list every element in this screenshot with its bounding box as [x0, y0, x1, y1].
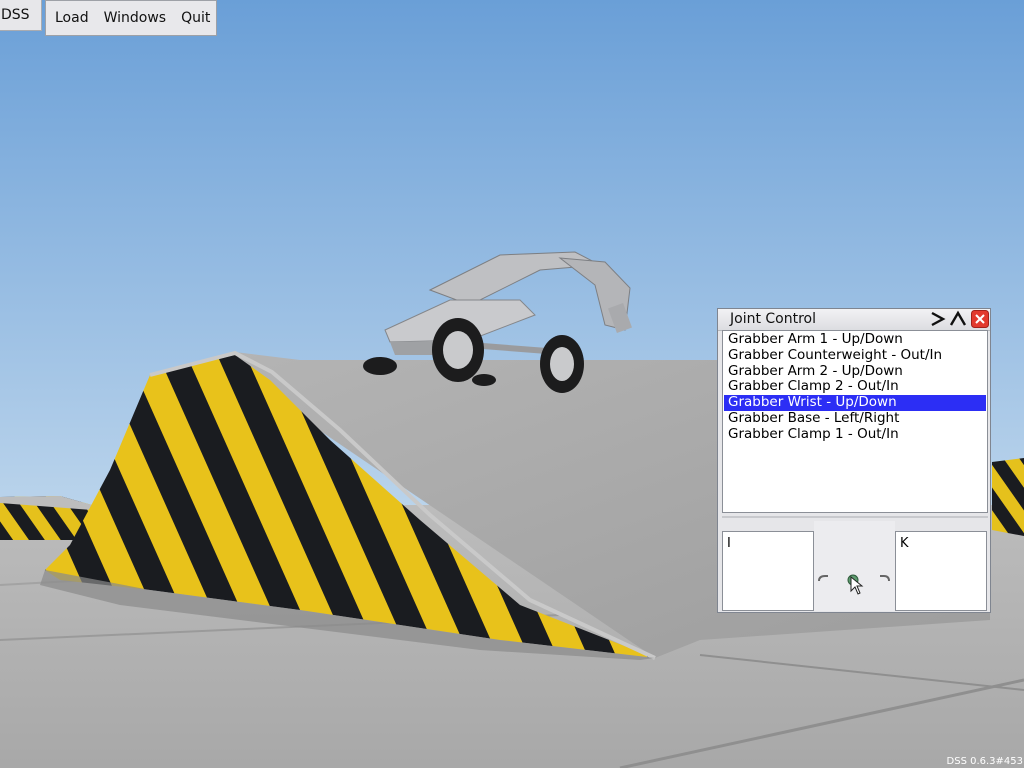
list-item[interactable]: Grabber Arm 1 - Up/Down [724, 331, 986, 348]
key-left-label: I [727, 536, 731, 551]
chevron-right-icon[interactable] [929, 310, 947, 328]
list-item[interactable]: Grabber Wrist - Up/Down [724, 394, 986, 411]
key-left-box[interactable]: I [722, 531, 814, 611]
list-item[interactable]: Grabber Clamp 2 - Out/In [724, 379, 986, 395]
chevron-up-icon[interactable] [949, 310, 967, 328]
list-item[interactable]: Grabber Base - Left/Right [724, 410, 986, 427]
key-right-label: K [900, 536, 909, 551]
menu-bar: Load Windows Quit [45, 0, 217, 36]
list-item[interactable]: Grabber Arm 2 - Up/Down [724, 363, 986, 380]
bracket-right-icon [880, 575, 890, 582]
menu-quit[interactable]: Quit [181, 10, 210, 26]
joint-list[interactable]: Grabber Arm 1 - Up/Down Grabber Counterw… [722, 330, 988, 513]
window-title: Joint Control [730, 311, 817, 327]
app-label: DSS [0, 0, 42, 31]
key-right-box[interactable]: K [895, 531, 987, 611]
close-icon[interactable] [971, 310, 989, 328]
joint-control-titlebar[interactable]: Joint Control [718, 309, 990, 331]
bracket-left-icon [818, 575, 828, 582]
list-item[interactable]: Grabber Clamp 1 - Out/In [724, 426, 986, 443]
menu-windows[interactable]: Windows [104, 10, 167, 26]
divider [722, 516, 988, 518]
joint-slider[interactable] [814, 521, 895, 611]
version-label: DSS 0.6.3#453 [946, 756, 1023, 767]
menu-load[interactable]: Load [55, 10, 89, 26]
joint-control-window: Joint Control Grabber Arm 1 - Up/Down Gr… [717, 308, 991, 613]
slider-handle-icon[interactable] [847, 574, 864, 595]
list-item[interactable]: Grabber Counterweight - Out/In [724, 347, 986, 364]
